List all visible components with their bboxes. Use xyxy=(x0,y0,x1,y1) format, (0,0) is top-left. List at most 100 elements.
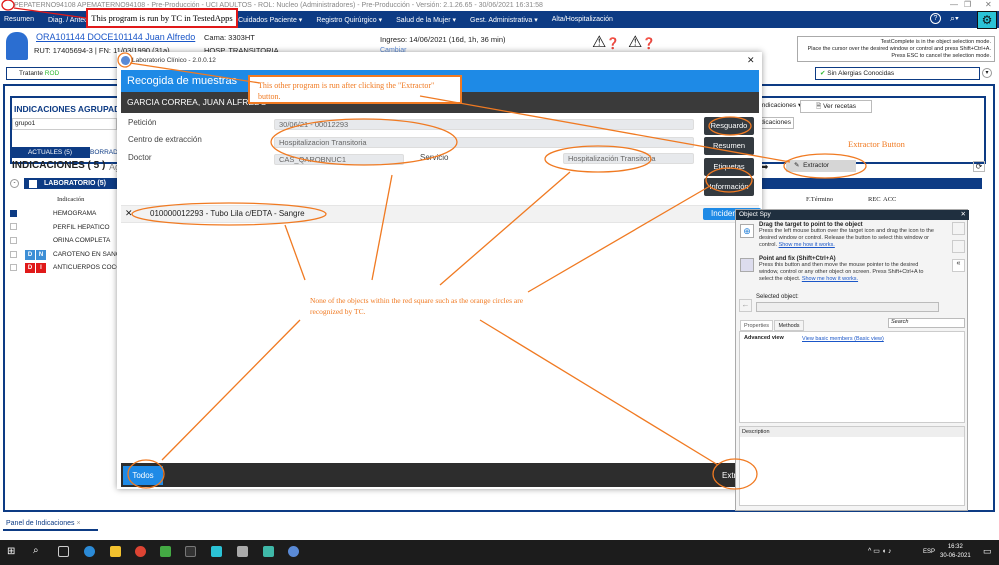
point-fix-icon[interactable] xyxy=(740,258,754,272)
row-indicacion: ANTICUERPOS COCCIDIOIDES xyxy=(53,264,118,272)
notification-icon[interactable]: ▭ xyxy=(983,546,992,557)
search-taskbar-icon[interactable]: ⌕ xyxy=(33,545,39,556)
back-arrow-icon[interactable]: ← xyxy=(739,299,752,312)
resguardo-button[interactable]: Resguardo xyxy=(704,117,754,135)
table-row[interactable]: DN CAROTENO EN SANGRE xyxy=(10,248,118,261)
avatar xyxy=(6,32,28,60)
tab-borradores[interactable]: BORRADORES xyxy=(90,147,136,158)
spy-search-input[interactable]: Search xyxy=(888,318,965,328)
table-row[interactable]: ORINA COMPLETA xyxy=(10,234,118,247)
target-icon[interactable]: ⊕ xyxy=(740,224,754,238)
tab-actuales[interactable]: ACTUALES (5) xyxy=(10,147,90,158)
row-indicacion: ORINA COMPLETA xyxy=(53,237,111,245)
row-badge: D xyxy=(25,263,35,274)
informacion-button[interactable]: Información xyxy=(704,178,754,196)
tab-close-icon: × xyxy=(76,520,81,527)
peticion-field[interactable]: 30/06/21 - 00012293 xyxy=(274,119,694,130)
selected-object-input[interactable] xyxy=(756,302,939,312)
row-indicacion: HEMOGRAMA xyxy=(53,210,97,217)
object-spy-panel: Object Spy ✕ ⊕ Drag the target to point t… xyxy=(735,209,969,511)
group-select[interactable]: grupo1 xyxy=(12,118,117,130)
dialog-close-button[interactable]: ✕ xyxy=(747,55,755,66)
spy-close-icon[interactable]: ✕ xyxy=(961,210,969,220)
indicaciones-title: INDICACIONES ( 5 ) xyxy=(12,160,106,171)
menu-registro[interactable]: Registro Quirúrgico ▾ xyxy=(316,16,382,24)
centro-field[interactable]: Hospitalizacion Transitoria xyxy=(274,137,694,148)
tab-properties[interactable]: Properties xyxy=(740,320,773,331)
testcomplete-gear-icon[interactable]: ⚙ xyxy=(977,11,997,29)
app-icon-taskbar[interactable] xyxy=(237,546,248,557)
minimize-button[interactable]: — xyxy=(950,0,958,9)
indicaciones-dropdown[interactable]: Indicaciones ▾ xyxy=(760,101,801,109)
help-icon[interactable]: ? xyxy=(930,13,941,24)
basic-view-link[interactable]: View basic members (Basic view) xyxy=(802,336,884,342)
row-indicacion: CAROTENO EN SANGRE xyxy=(53,250,118,258)
tab-methods[interactable]: Methods xyxy=(774,320,804,331)
menu-cuidados[interactable]: Cuidados Paciente ▾ xyxy=(238,16,302,24)
testcomplete-tooltip: TestComplete is in the object selection … xyxy=(797,36,995,62)
testcomplete-icon[interactable] xyxy=(211,546,222,557)
tree-icon[interactable] xyxy=(952,222,965,235)
explorer-icon[interactable] xyxy=(110,546,121,557)
row-checkbox[interactable] xyxy=(10,223,17,231)
menu-alta[interactable]: Alta/Hospitalización xyxy=(552,16,613,23)
col-acc: ACC xyxy=(883,196,897,203)
warning-risk-icon: ⚠❓ xyxy=(628,34,657,51)
menu-gestion[interactable]: Gest. Administrativa ▾ xyxy=(470,16,538,24)
terminal-icon[interactable] xyxy=(185,546,196,557)
patient-name-link[interactable]: ORA101144 DOCE101144 Juan Alfredo xyxy=(36,32,195,42)
row-badge: I xyxy=(36,263,46,274)
search-icon[interactable]: ⌕▾ xyxy=(950,13,959,24)
col-termino: F.Término xyxy=(806,196,834,203)
clock[interactable]: 16:32 30-06-2021 xyxy=(940,543,971,561)
app-icon xyxy=(121,56,130,65)
expand-button[interactable]: ▾ xyxy=(982,68,992,78)
description-box: Description xyxy=(739,426,965,506)
tray-icons[interactable]: ^ ▭ ◖ ♪ xyxy=(868,547,891,555)
refresh-button[interactable]: ⟳ xyxy=(973,161,985,172)
close-button[interactable]: ✕ xyxy=(985,0,992,9)
collapse-panel-icon[interactable]: « xyxy=(952,259,965,272)
table-row[interactable]: HEMOGRAMA xyxy=(10,207,118,220)
remove-tube-icon[interactable]: ✕ xyxy=(125,208,133,219)
menu-salud[interactable]: Salud de la Mujer ▾ xyxy=(396,16,456,24)
row-checkbox[interactable] xyxy=(10,236,17,244)
notepad-icon[interactable] xyxy=(160,546,171,557)
chrome-icon[interactable] xyxy=(135,546,146,557)
tab-panel-indicaciones[interactable]: Panel de Indicaciones × xyxy=(3,517,98,531)
maximize-button[interactable]: ❐ xyxy=(964,0,971,9)
etiquetas-button[interactable]: Etiquetas xyxy=(704,158,754,176)
row-checkbox[interactable] xyxy=(10,250,17,258)
show-me-link[interactable]: Show me how it works. xyxy=(779,242,835,248)
warning-fall-icon: ⚠❓ xyxy=(592,34,621,51)
col-indicacion: Indicación xyxy=(57,196,85,203)
testexecute-icon[interactable] xyxy=(263,546,274,557)
servicio-field[interactable]: Hospitalización Transitoria xyxy=(563,153,694,164)
spy-title: Object Spy ✕ xyxy=(736,210,969,220)
resumen-button[interactable]: Resumen xyxy=(704,137,754,155)
table-row[interactable]: DI ANTICUERPOS COCCIDIOIDES xyxy=(10,261,118,274)
collapse-button[interactable]: - xyxy=(10,179,19,188)
doctor-field[interactable]: CAS_QAROBNUC1 xyxy=(274,154,404,165)
start-icon[interactable]: ⊞ xyxy=(7,546,15,557)
lab-app-icon[interactable] xyxy=(288,546,299,557)
row-badge: N xyxy=(36,249,46,260)
ver-recetas-button[interactable]: 🗎 Ver recetas xyxy=(800,100,872,113)
select-all-checkbox[interactable] xyxy=(29,180,37,188)
show-me-link-2[interactable]: Show me how it works. xyxy=(802,276,858,282)
edge-icon[interactable] xyxy=(84,546,95,557)
row-checkbox[interactable] xyxy=(10,264,17,272)
menu-resumen[interactable]: Resumen xyxy=(4,16,34,23)
annotation-other: This other program is run after clicking… xyxy=(248,75,462,104)
properties-grid xyxy=(739,331,965,423)
row-indicacion: PERFIL HEPATICO xyxy=(53,223,110,231)
extractor-button[interactable]: ✎ Extractor xyxy=(786,160,856,172)
highlight-icon[interactable] xyxy=(952,240,965,253)
table-row[interactable]: PERFIL HEPATICO xyxy=(10,221,118,234)
document-icon: 🗎 xyxy=(816,103,822,110)
todos-button[interactable]: Todos xyxy=(123,466,163,485)
row-checkbox[interactable] xyxy=(10,209,17,217)
taskview-icon[interactable] xyxy=(58,546,69,557)
right-lab-bar xyxy=(735,178,980,189)
language-indicator[interactable]: ESP xyxy=(923,549,935,555)
